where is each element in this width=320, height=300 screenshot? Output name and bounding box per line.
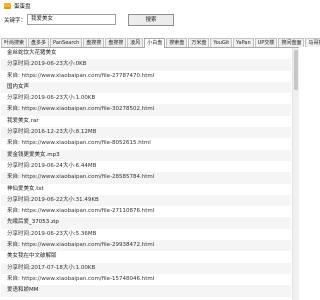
result-title-row[interactable]: 我爱美女.rar [1, 116, 291, 127]
result-info-row: 分享时间:2017-07-18大小:1.00KB [1, 262, 291, 274]
tab-source-5[interactable]: 盘搜搜 [105, 38, 127, 47]
tab-source-14[interactable]: 马哥搜 [305, 38, 320, 47]
result-title-row[interactable]: 爱金钱更爱美女.mp3 [1, 149, 291, 161]
result-info-row: 分享时间:2019-06-22大小:31.49KB [1, 194, 291, 207]
result-link-row[interactable]: 来自: https://www.xiaobaipan.com/file-1574… [1, 274, 291, 285]
result-title-row[interactable]: 金丝蛇饮大花猪美女 [1, 48, 291, 59]
search-input[interactable]: 我爱美女 [27, 14, 116, 25]
tab-source-11[interactable]: YaPan [233, 38, 254, 47]
result-link-row[interactable]: 来自: https://www.xiaobaipan.com/file-2711… [1, 206, 291, 217]
title-bar: 蛋蛋盘 [0, 0, 300, 12]
tab-source-12[interactable]: UP交楼 [254, 38, 278, 47]
source-tab-bar: 叶尚搜索 盘多多 PanSearch 盘搜搜 盘搜搜 凌风 小白盘 搜索盘 万米盘 YouGit Y… [1, 38, 320, 48]
app-title: 蛋蛋盘 [14, 4, 31, 10]
keyword-label: 关键字： [4, 18, 27, 24]
result-link-row[interactable]: 来自: https://www.xiaobaipan.com/file-2858… [1, 172, 291, 184]
tab-source-6[interactable]: 凌风 [127, 38, 144, 47]
scrollbar-thumb[interactable] [294, 50, 298, 90]
result-link-row[interactable]: 来自: https://www.xiaobaipan.com/file-2993… [1, 240, 291, 252]
tab-source-10[interactable]: YouGit [210, 38, 233, 47]
result-info-row: 分享时间:2019-06-23大小:5.36MB [7, 230, 97, 237]
app-folder-icon [4, 3, 11, 9]
tab-source-3[interactable]: PanSearch [50, 38, 83, 47]
tab-source-8[interactable]: 搜索盘 [166, 38, 188, 47]
result-link-row[interactable]: 来自: https://www.xiaobaipan.com/file-8052… [1, 138, 291, 149]
results-scrollbar[interactable] [292, 48, 299, 300]
tab-source-4[interactable]: 盘搜搜 [83, 38, 105, 47]
result-title-row[interactable]: 先峨后爱_37053.zip [1, 217, 291, 229]
tab-source-1[interactable]: 叶尚搜索 [1, 38, 28, 47]
result-title-row[interactable]: 国内女声 [1, 81, 291, 94]
result-title-row[interactable]: 美女我在中文破解版 [1, 251, 291, 262]
results-list: 金丝蛇饮大花猪美女 分享时间:2019-06-23大小:0KB 来自: https:… [1, 48, 291, 300]
tab-source-2[interactable]: 盘多多 [28, 38, 50, 47]
result-info-row: 分享时间:2019-06-23大小:0KB [1, 59, 291, 71]
tab-source-9[interactable]: 万米盘 [188, 38, 210, 47]
result-info-row: 分享时间:2019-06-23大小:1.00KB [7, 95, 96, 102]
result-info-row: 分享时间:2019-06-24大小:6.44MB [7, 162, 97, 169]
result-link-row[interactable]: 来自: https://www.xiaobaipan.com/file-2778… [1, 71, 291, 82]
search-row: 关键字： 我爱美女 搜索 [0, 14, 300, 26]
search-button[interactable]: 搜索 [128, 14, 174, 26]
result-title-row[interactable]: 神仙爱美女.txt [1, 184, 291, 195]
tab-source-7[interactable]: 小白盘 [144, 38, 166, 48]
result-info-row: 分享时间:2016-12-23大小:8.12MB [1, 127, 291, 139]
tab-source-13[interactable]: 搜间盘面 [278, 38, 305, 47]
result-title-row[interactable]: 爱语和娇MM [1, 285, 291, 297]
result-link-row[interactable]: 来自: https://www.xiaobaipan.com/file-3027… [1, 104, 291, 116]
